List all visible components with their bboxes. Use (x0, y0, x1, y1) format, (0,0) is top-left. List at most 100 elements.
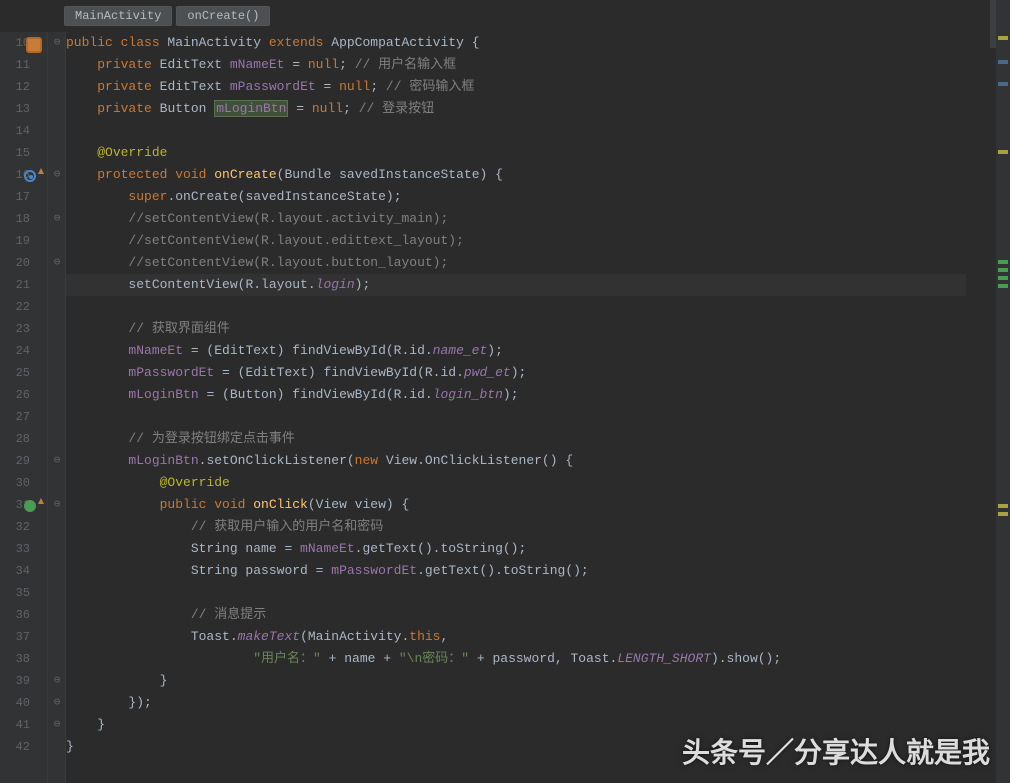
line-number[interactable]: 21 (0, 274, 48, 296)
fold-handle[interactable] (48, 626, 66, 648)
line-number[interactable]: 27 (0, 406, 48, 428)
line-number[interactable]: 17 (0, 186, 48, 208)
line-number[interactable]: 22 (0, 296, 48, 318)
fold-handle[interactable] (48, 516, 66, 538)
line-number[interactable]: 28 (0, 428, 48, 450)
code-line[interactable]: // 获取用户输入的用户名和密码 (66, 516, 966, 538)
fold-handle[interactable] (48, 406, 66, 428)
line-number[interactable]: 29 (0, 450, 48, 472)
fold-handle[interactable]: ⊖ (48, 670, 66, 692)
error-stripe[interactable] (996, 0, 1010, 783)
line-number[interactable]: 12 (0, 76, 48, 98)
line-number[interactable]: 33 (0, 538, 48, 560)
code-line[interactable] (66, 406, 966, 428)
code-line[interactable]: private EditText mPasswordEt = null; // … (66, 76, 966, 98)
info-marker[interactable] (998, 60, 1008, 64)
line-number[interactable]: 11 (0, 54, 48, 76)
line-number[interactable]: 25 (0, 362, 48, 384)
fold-handle[interactable]: ⊖ (48, 494, 66, 516)
code-line[interactable]: protected void onCreate(Bundle savedInst… (66, 164, 966, 186)
code-line[interactable]: public class MainActivity extends AppCom… (66, 32, 966, 54)
fold-handle[interactable] (48, 230, 66, 252)
fold-handle[interactable] (48, 274, 66, 296)
info-marker[interactable] (998, 82, 1008, 86)
fold-handle[interactable] (48, 340, 66, 362)
fold-handle[interactable] (48, 142, 66, 164)
code-line[interactable]: String name = mNameEt.getText().toString… (66, 538, 966, 560)
code-line[interactable]: public void onClick(View view) { (66, 494, 966, 516)
code-line[interactable] (66, 296, 966, 318)
line-number[interactable]: 34 (0, 560, 48, 582)
code-line[interactable]: } (66, 670, 966, 692)
line-number[interactable]: 35 (0, 582, 48, 604)
line-number[interactable]: 37 (0, 626, 48, 648)
fold-gutter[interactable]: ⊖⊖⊖⊖⊖⊖⊖⊖⊖ (48, 32, 66, 783)
code-line[interactable]: mLoginBtn.setOnClickListener(new View.On… (66, 450, 966, 472)
line-number[interactable]: 36 (0, 604, 48, 626)
fold-handle[interactable] (48, 186, 66, 208)
fold-handle[interactable]: ⊖ (48, 208, 66, 230)
warning-marker[interactable] (998, 36, 1008, 40)
code-line[interactable]: //setContentView(R.layout.edittext_layou… (66, 230, 966, 252)
code-line[interactable]: //setContentView(R.layout.activity_main)… (66, 208, 966, 230)
fold-handle[interactable]: ⊖ (48, 450, 66, 472)
fold-handle[interactable] (48, 582, 66, 604)
line-number-gutter[interactable]: 1011121314151617181920212223242526272829… (0, 32, 48, 783)
line-number[interactable]: 20 (0, 252, 48, 274)
change-marker[interactable] (998, 284, 1008, 288)
class-gutter-icon[interactable] (26, 37, 42, 53)
line-number[interactable]: 15 (0, 142, 48, 164)
line-number[interactable]: 32 (0, 516, 48, 538)
breadcrumb-method[interactable]: onCreate() (176, 6, 270, 26)
code-line[interactable]: private Button mLoginBtn = null; // 登录按钮 (66, 98, 966, 120)
code-line[interactable]: // 获取界面组件 (66, 318, 966, 340)
fold-handle[interactable]: ⊖ (48, 164, 66, 186)
code-line[interactable]: @Override (66, 472, 966, 494)
fold-handle[interactable] (48, 538, 66, 560)
line-number[interactable]: 38 (0, 648, 48, 670)
warning-marker[interactable] (998, 512, 1008, 516)
code-line[interactable]: mNameEt = (EditText) findViewById(R.id.n… (66, 340, 966, 362)
fold-handle[interactable]: ⊖ (48, 714, 66, 736)
change-marker[interactable] (998, 268, 1008, 272)
fold-handle[interactable]: ⊖ (48, 252, 66, 274)
code-line[interactable]: String password = mPasswordEt.getText().… (66, 560, 966, 582)
code-line[interactable] (66, 120, 966, 142)
code-line[interactable]: super.onCreate(savedInstanceState); (66, 186, 966, 208)
code-line[interactable] (66, 582, 966, 604)
fold-handle[interactable] (48, 560, 66, 582)
line-number[interactable]: 14 (0, 120, 48, 142)
code-line[interactable]: }); (66, 692, 966, 714)
code-line[interactable]: private EditText mNameEt = null; // 用户名输… (66, 54, 966, 76)
fold-handle[interactable] (48, 472, 66, 494)
change-marker[interactable] (998, 260, 1008, 264)
fold-handle[interactable] (48, 296, 66, 318)
override-gutter-icon[interactable] (24, 170, 36, 182)
line-number[interactable]: 19 (0, 230, 48, 252)
code-line[interactable]: @Override (66, 142, 966, 164)
breadcrumb-class[interactable]: MainActivity (64, 6, 172, 26)
fold-handle[interactable] (48, 736, 66, 758)
line-number[interactable]: 18 (0, 208, 48, 230)
line-number[interactable]: 42 (0, 736, 48, 758)
warning-marker[interactable] (998, 150, 1008, 154)
code-line[interactable]: mPasswordEt = (EditText) findViewById(R.… (66, 362, 966, 384)
code-line[interactable]: //setContentView(R.layout.button_layout)… (66, 252, 966, 274)
fold-handle[interactable] (48, 428, 66, 450)
code-line[interactable]: Toast.makeText(MainActivity.this, (66, 626, 966, 648)
code-line[interactable]: "用户名：" + name + "\n密码：" + password, Toas… (66, 648, 966, 670)
line-number[interactable]: 26 (0, 384, 48, 406)
fold-handle[interactable] (48, 120, 66, 142)
code-line[interactable]: // 消息提示 (66, 604, 966, 626)
line-number[interactable]: 23 (0, 318, 48, 340)
run-gutter-icon[interactable] (24, 500, 36, 512)
line-number[interactable]: 30 (0, 472, 48, 494)
fold-handle[interactable] (48, 98, 66, 120)
change-marker[interactable] (998, 276, 1008, 280)
fold-handle[interactable]: ⊖ (48, 32, 66, 54)
code-editor[interactable]: public class MainActivity extends AppCom… (66, 32, 966, 783)
line-number[interactable]: 24 (0, 340, 48, 362)
fold-handle[interactable]: ⊖ (48, 692, 66, 714)
code-line[interactable]: mLoginBtn = (Button) findViewById(R.id.l… (66, 384, 966, 406)
code-line[interactable]: setContentView(R.layout.login); (66, 274, 966, 296)
